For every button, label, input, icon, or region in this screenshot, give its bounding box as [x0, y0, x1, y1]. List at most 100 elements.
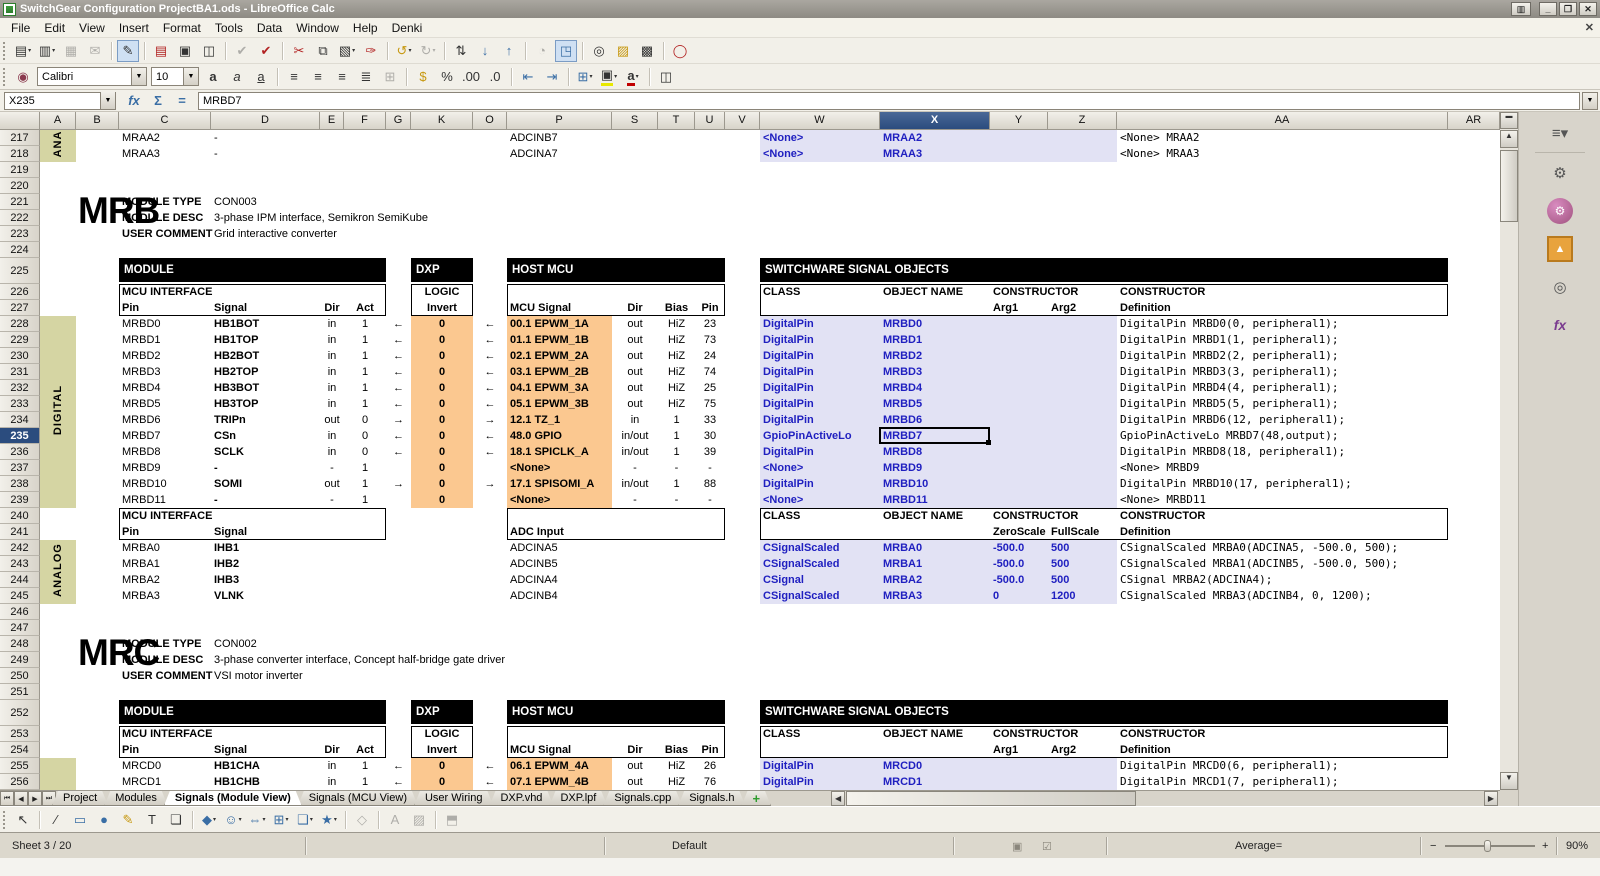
column-header-B[interactable]: B — [76, 112, 119, 130]
menu-file[interactable]: File — [4, 19, 37, 37]
cell-G229[interactable]: ← — [386, 332, 411, 348]
cell-C242[interactable]: MRBA0 — [122, 540, 160, 556]
row-header-220[interactable]: 220 — [0, 178, 40, 194]
cell-K227[interactable]: Invert — [411, 300, 473, 316]
undo-button[interactable]: ↺▾ — [393, 40, 415, 62]
cell-G235[interactable]: ← — [386, 428, 411, 444]
cell-K253[interactable]: LOGIC — [411, 726, 473, 742]
cell-P255[interactable]: 06.1 EPWM_4A — [510, 758, 589, 774]
cell-AA237[interactable]: <None> MRBD9 — [1120, 460, 1199, 476]
cell-K255[interactable]: 0 — [411, 758, 473, 774]
row-header-240[interactable]: 240 — [0, 508, 40, 524]
close-button[interactable]: ✕ — [1579, 2, 1597, 16]
sheet-tab-9[interactable]: Signals.h — [678, 791, 745, 806]
cell-D221[interactable]: CON003 — [214, 194, 257, 210]
scroll-right-icon[interactable]: ▶ — [1484, 791, 1498, 806]
flowchart-tool[interactable]: ⊞▾ — [270, 809, 292, 831]
gallery-button[interactable]: ▨ — [612, 40, 634, 62]
cell-U227[interactable]: Pin — [695, 300, 725, 316]
data-sources-button[interactable]: ▩ — [636, 40, 658, 62]
cell-W231[interactable]: DigitalPin — [763, 364, 814, 380]
cell-X253[interactable]: OBJECT NAME — [883, 726, 963, 742]
currency-button[interactable]: $ — [412, 66, 434, 88]
column-header-Z[interactable]: Z — [1048, 112, 1117, 130]
cell-D255[interactable]: HB1CHA — [214, 758, 260, 774]
cell-S236[interactable]: in/out — [612, 444, 658, 460]
cell-AA230[interactable]: DigitalPin MRBD2(2, peripheral1); — [1120, 348, 1339, 364]
cell-AA235[interactable]: GpioPinActiveLo MRBD7(48,output); — [1120, 428, 1339, 444]
dropdown-arrow-icon[interactable]: ▾ — [28, 47, 31, 54]
cell-K234[interactable]: 0 — [411, 412, 473, 428]
cell-X242[interactable]: MRBA0 — [883, 540, 922, 556]
cell-C229[interactable]: MRBD1 — [122, 332, 161, 348]
dropdown-arrow-icon[interactable]: ▾ — [589, 73, 592, 80]
cell-D241[interactable]: Signal — [214, 524, 247, 540]
cell-C230[interactable]: MRBD2 — [122, 348, 161, 364]
cell-U229[interactable]: 73 — [695, 332, 725, 348]
navigator-icon[interactable]: ◎ — [1547, 274, 1573, 300]
cell-C217[interactable]: MRAA2 — [122, 130, 160, 146]
cell-T238[interactable]: 1 — [658, 476, 695, 492]
cell-AA243[interactable]: CSignalScaled MRBA1(ADCINB5, -500.0, 500… — [1120, 556, 1398, 572]
cell-D245[interactable]: VLNK — [214, 588, 244, 604]
cell-C231[interactable]: MRBD3 — [122, 364, 161, 380]
zoom-level[interactable]: 90% — [1566, 833, 1588, 859]
row-header-227[interactable]: 227 — [0, 300, 40, 316]
cell-E231[interactable]: in — [320, 364, 344, 380]
name-box-dropdown-icon[interactable]: ▼ — [100, 92, 115, 109]
cell-S229[interactable]: out — [612, 332, 658, 348]
previous-sheet-icon[interactable]: ◀ — [14, 791, 28, 806]
row-header-219[interactable]: 219 — [0, 162, 40, 178]
cell-X238[interactable]: MRBD10 — [883, 476, 928, 492]
cell-W244[interactable]: CSignal — [763, 572, 804, 588]
cell-W239[interactable]: <None> — [763, 492, 803, 508]
align-center-button[interactable]: ≡ — [307, 66, 329, 88]
cell-Z227[interactable]: Arg2 — [1051, 300, 1076, 316]
menu-tools[interactable]: Tools — [208, 19, 250, 37]
scroll-left-icon[interactable]: ◀ — [831, 791, 845, 806]
cell-AA239[interactable]: <None> MRBD11 — [1120, 492, 1206, 508]
edit-mode-button[interactable]: ✎ — [117, 40, 139, 62]
cell-E239[interactable]: - — [320, 492, 344, 508]
row-header-256[interactable]: 256 — [0, 774, 40, 790]
cell-T233[interactable]: HiZ — [658, 396, 695, 412]
borders-button[interactable]: ⊞▾ — [574, 66, 596, 88]
selected-cell-outline[interactable] — [879, 427, 990, 444]
cell-F230[interactable]: 1 — [344, 348, 386, 364]
increase-indent-button[interactable]: ⇥ — [541, 66, 563, 88]
cell-W234[interactable]: DigitalPin — [763, 412, 814, 428]
cell-D256[interactable]: HB1CHB — [214, 774, 260, 790]
column-header-A[interactable]: A — [40, 112, 76, 130]
row-header-237[interactable]: 237 — [0, 460, 40, 476]
row-header-230[interactable]: 230 — [0, 348, 40, 364]
block-arrows-tool[interactable]: ⇔▾ — [246, 809, 268, 831]
cell-K230[interactable]: 0 — [411, 348, 473, 364]
cell-D230[interactable]: HB2BOT — [214, 348, 259, 364]
justify-button[interactable]: ≣ — [355, 66, 377, 88]
cell-AA238[interactable]: DigitalPin MRBD10(17, peripheral1); — [1120, 476, 1352, 492]
align-right-button[interactable]: ≡ — [331, 66, 353, 88]
add-decimal-button[interactable]: .00 — [460, 66, 482, 88]
line-tool[interactable]: ∕ — [45, 809, 67, 831]
cell-P234[interactable]: 12.1 TZ_1 — [510, 412, 560, 428]
cell-E229[interactable]: in — [320, 332, 344, 348]
cell-X226[interactable]: OBJECT NAME — [883, 284, 963, 300]
cell-D231[interactable]: HB2TOP — [214, 364, 258, 380]
cell-U235[interactable]: 30 — [695, 428, 725, 444]
cell-AA241[interactable]: Definition — [1120, 524, 1171, 540]
cell-S231[interactable]: out — [612, 364, 658, 380]
row-header-222[interactable]: 222 — [0, 210, 40, 226]
cell-K236[interactable]: 0 — [411, 444, 473, 460]
row-header-232[interactable]: 232 — [0, 380, 40, 396]
cell-Y240[interactable]: CONSTRUCTOR — [993, 508, 1078, 524]
sheet-tab-4[interactable]: Signals (MCU View) — [298, 791, 418, 806]
selection-mode-icon[interactable]: ▣ — [1012, 833, 1022, 859]
auto-spellcheck-button[interactable]: ✔ — [255, 40, 277, 62]
dropdown-arrow-icon[interactable]: ▾ — [239, 816, 242, 823]
cell-Y226[interactable]: CONSTRUCTOR — [993, 284, 1078, 300]
column-header-K[interactable]: K — [411, 112, 473, 130]
zoom-slider-handle[interactable] — [1484, 840, 1491, 852]
cell-D222[interactable]: 3-phase IPM interface, Semikron SemiKube — [214, 210, 428, 226]
dropdown-arrow-icon[interactable]: ▾ — [408, 47, 411, 54]
cell-F255[interactable]: 1 — [344, 758, 386, 774]
